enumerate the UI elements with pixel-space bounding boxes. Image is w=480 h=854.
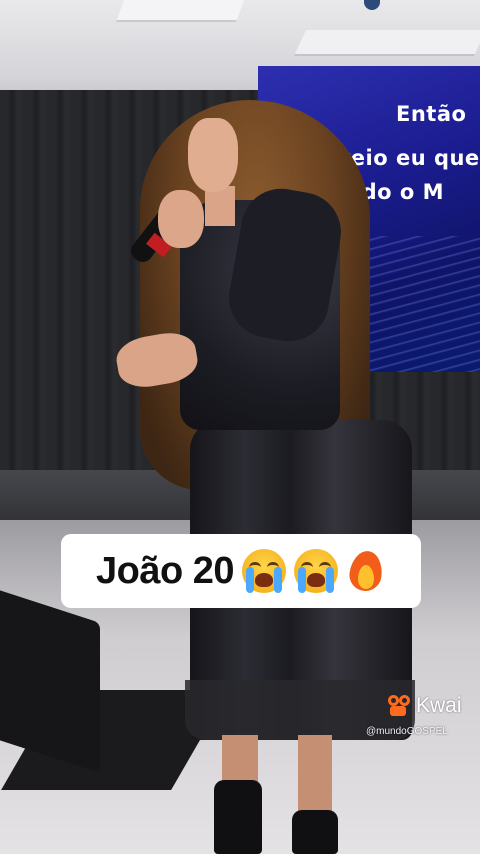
caption-text: João 20 [95,549,235,592]
kwai-brand-text: Kwai [416,694,462,717]
loudly-crying-face-icon [242,549,287,593]
singer-hand [158,190,204,248]
singer-boot [214,780,262,854]
singer-leg [298,735,332,815]
loudly-crying-face-icon [294,549,339,593]
ceiling-light [293,30,480,56]
kwai-watermark: Kwai [386,694,462,718]
caption-box: João 20 [61,534,421,608]
kwai-logo-icon [386,695,412,717]
video-frame[interactable]: Então Creio eu que uando o M João 20 Kwa… [0,0,480,854]
creator-handle: @mundoGOSPEL [366,726,448,737]
singer-boot [292,810,338,854]
lyric-line: Então [396,102,467,126]
ceiling-light [115,0,245,22]
fire-icon [346,548,386,594]
singer-face [188,118,238,192]
ceiling-spotlight [364,0,380,10]
singer-neck [205,186,235,226]
